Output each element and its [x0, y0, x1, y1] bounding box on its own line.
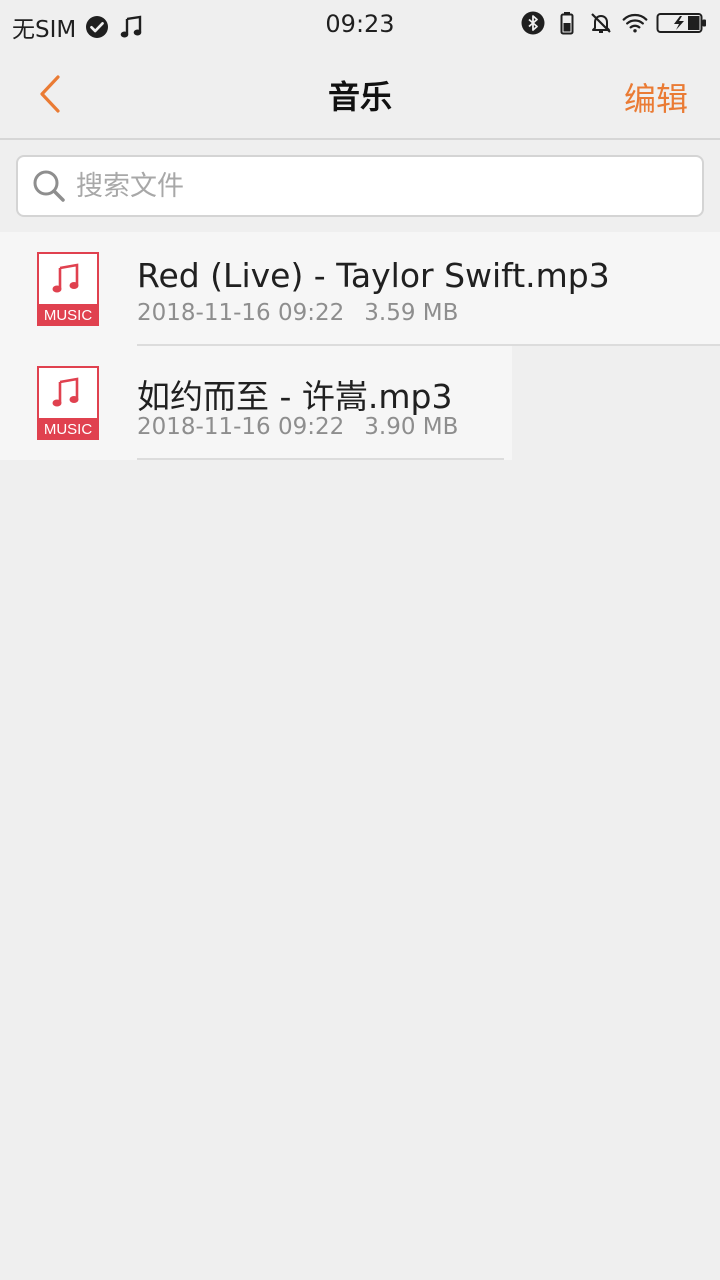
- status-bar-right: [520, 10, 708, 36]
- list-item[interactable]: MUSIC 如约而至 - 许嵩.mp3 2018-11-16 09:22 3.90…: [0, 346, 512, 460]
- music-label: MUSIC: [44, 421, 93, 438]
- wifi-icon: [622, 10, 648, 36]
- page-title: 音乐: [327, 78, 392, 116]
- music-file-icon: MUSIC: [37, 366, 99, 440]
- list-item[interactable]: MUSIC Red (Live) - Taylor Swift.mp3 2018…: [0, 232, 720, 346]
- music-file-icon: MUSIC: [37, 252, 99, 326]
- file-name: Red (Live) - Taylor Swift.mp3: [137, 256, 610, 295]
- file-meta: 2018-11-16 09:22 3.90 MB: [137, 414, 458, 440]
- file-meta: 2018-11-16 09:22 3.59 MB: [137, 300, 458, 326]
- file-name: 如约而至 - 许嵩.mp3: [137, 377, 453, 416]
- status-bar: 无SIM 09:23: [0, 0, 720, 50]
- search-icon: [33, 170, 65, 202]
- music-label: MUSIC: [44, 307, 93, 324]
- search-box[interactable]: [16, 155, 704, 217]
- mute-bell-icon: [588, 10, 614, 36]
- file-list: MUSIC Red (Live) - Taylor Swift.mp3 2018…: [0, 232, 720, 460]
- file-date: 2018-11-16 09:22: [137, 414, 345, 440]
- search-input[interactable]: [76, 157, 686, 215]
- battery-charging-icon: [656, 10, 708, 36]
- file-size: 3.59 MB: [364, 300, 459, 326]
- battery-small-icon: [554, 10, 580, 36]
- file-size: 3.90 MB: [364, 414, 459, 440]
- divider: [137, 458, 504, 460]
- file-date: 2018-11-16 09:22: [137, 300, 345, 326]
- edit-button[interactable]: 编辑: [624, 74, 688, 120]
- navigation-bar: 音乐 编辑: [0, 50, 720, 140]
- chevron-left-icon: [40, 75, 60, 113]
- back-button[interactable]: [28, 72, 72, 116]
- bluetooth-icon: [520, 10, 546, 36]
